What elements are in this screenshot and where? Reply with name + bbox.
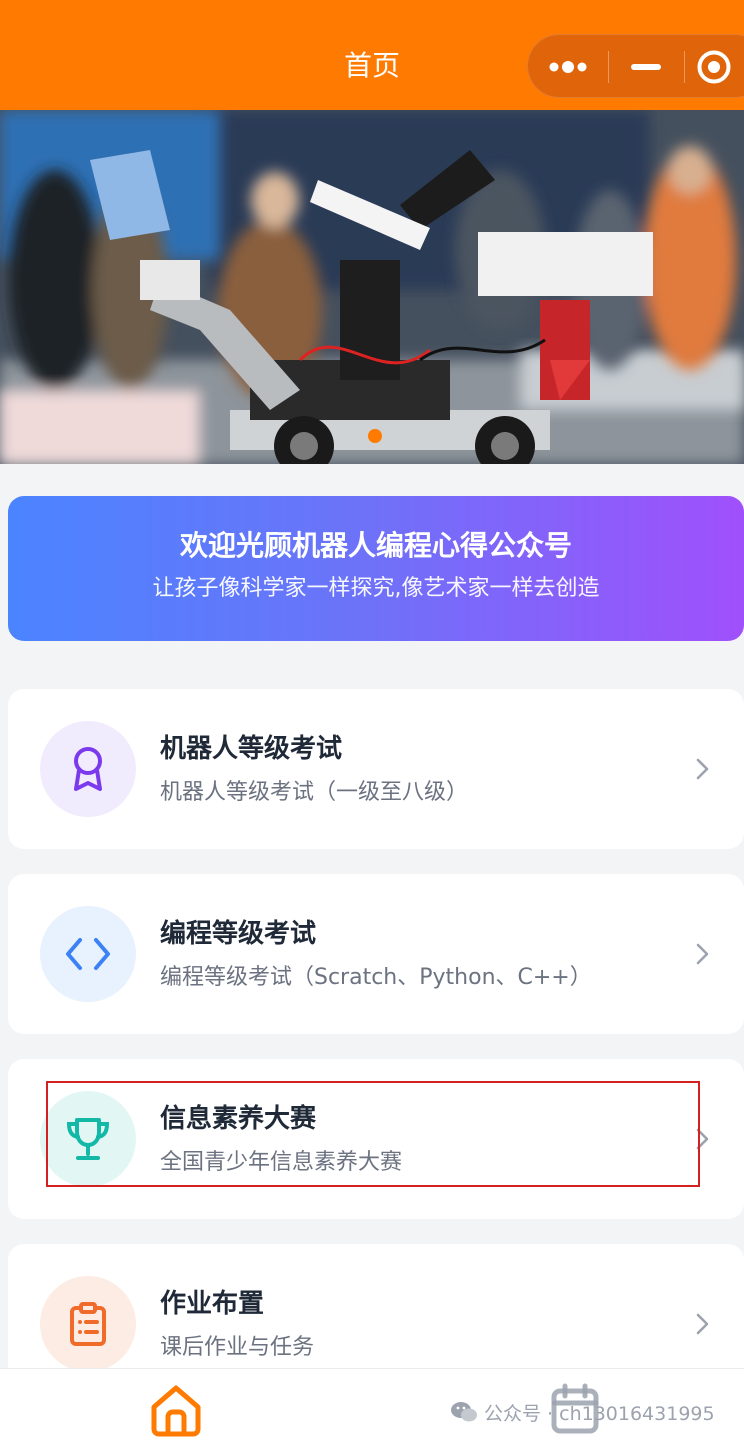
card-subtitle: 编程等级考试（Scratch、Python、C++）	[160, 965, 592, 990]
chevron-right-icon	[696, 758, 709, 780]
hero-banner[interactable]	[0, 110, 744, 464]
welcome-banner: 欢迎光顾机器人编程心得公众号 让孩子像科学家一样探究,像艺术家一样去创造	[8, 496, 744, 641]
calendar-icon	[551, 1383, 599, 1434]
target-close-icon	[697, 50, 731, 84]
card-icon-badge	[40, 906, 136, 1002]
award-ribbon-icon	[74, 747, 102, 791]
welcome-subtitle: 让孩子像科学家一样探究,像艺术家一样去创造	[152, 576, 600, 601]
more-dots-icon	[549, 61, 587, 73]
card-icon-badge	[40, 1276, 136, 1372]
card-subtitle: 机器人等级考试（一级至八级）	[160, 780, 469, 805]
robot-photo-banner	[0, 110, 744, 464]
chevron-right-icon	[696, 943, 709, 965]
card-icon-badge	[40, 721, 136, 817]
minimize-icon	[631, 64, 661, 70]
bottom-tab-bar: 公众号 · ch13016431995	[0, 1368, 744, 1440]
card-title: 作业布置	[160, 1289, 265, 1319]
mini-program-capsule	[527, 34, 744, 98]
tab-calendar[interactable]	[550, 1383, 600, 1435]
card-subtitle: 课后作业与任务	[160, 1335, 315, 1360]
navigation-bar: 首页	[0, 0, 744, 110]
wechat-icon	[451, 1402, 477, 1422]
chevron-right-icon	[696, 1313, 709, 1335]
tab-home[interactable]	[148, 1383, 204, 1437]
welcome-title: 欢迎光顾机器人编程心得公众号	[179, 529, 572, 562]
minimize-button[interactable]	[608, 35, 684, 99]
code-brackets-icon	[66, 938, 110, 970]
carousel-dot[interactable]	[368, 429, 382, 443]
menu-card-robot-exam[interactable]: 机器人等级考试 机器人等级考试（一级至八级）	[8, 689, 744, 849]
more-options-button[interactable]	[528, 35, 608, 99]
card-title: 机器人等级考试	[160, 734, 343, 764]
close-mini-program-button[interactable]	[684, 35, 744, 99]
clipboard-list-icon	[70, 1302, 106, 1346]
annotation-highlight-box	[46, 1081, 700, 1187]
home-icon	[151, 1385, 201, 1437]
menu-card-programming-exam[interactable]: 编程等级考试 编程等级考试（Scratch、Python、C++）	[8, 874, 744, 1034]
card-title: 编程等级考试	[160, 919, 317, 949]
